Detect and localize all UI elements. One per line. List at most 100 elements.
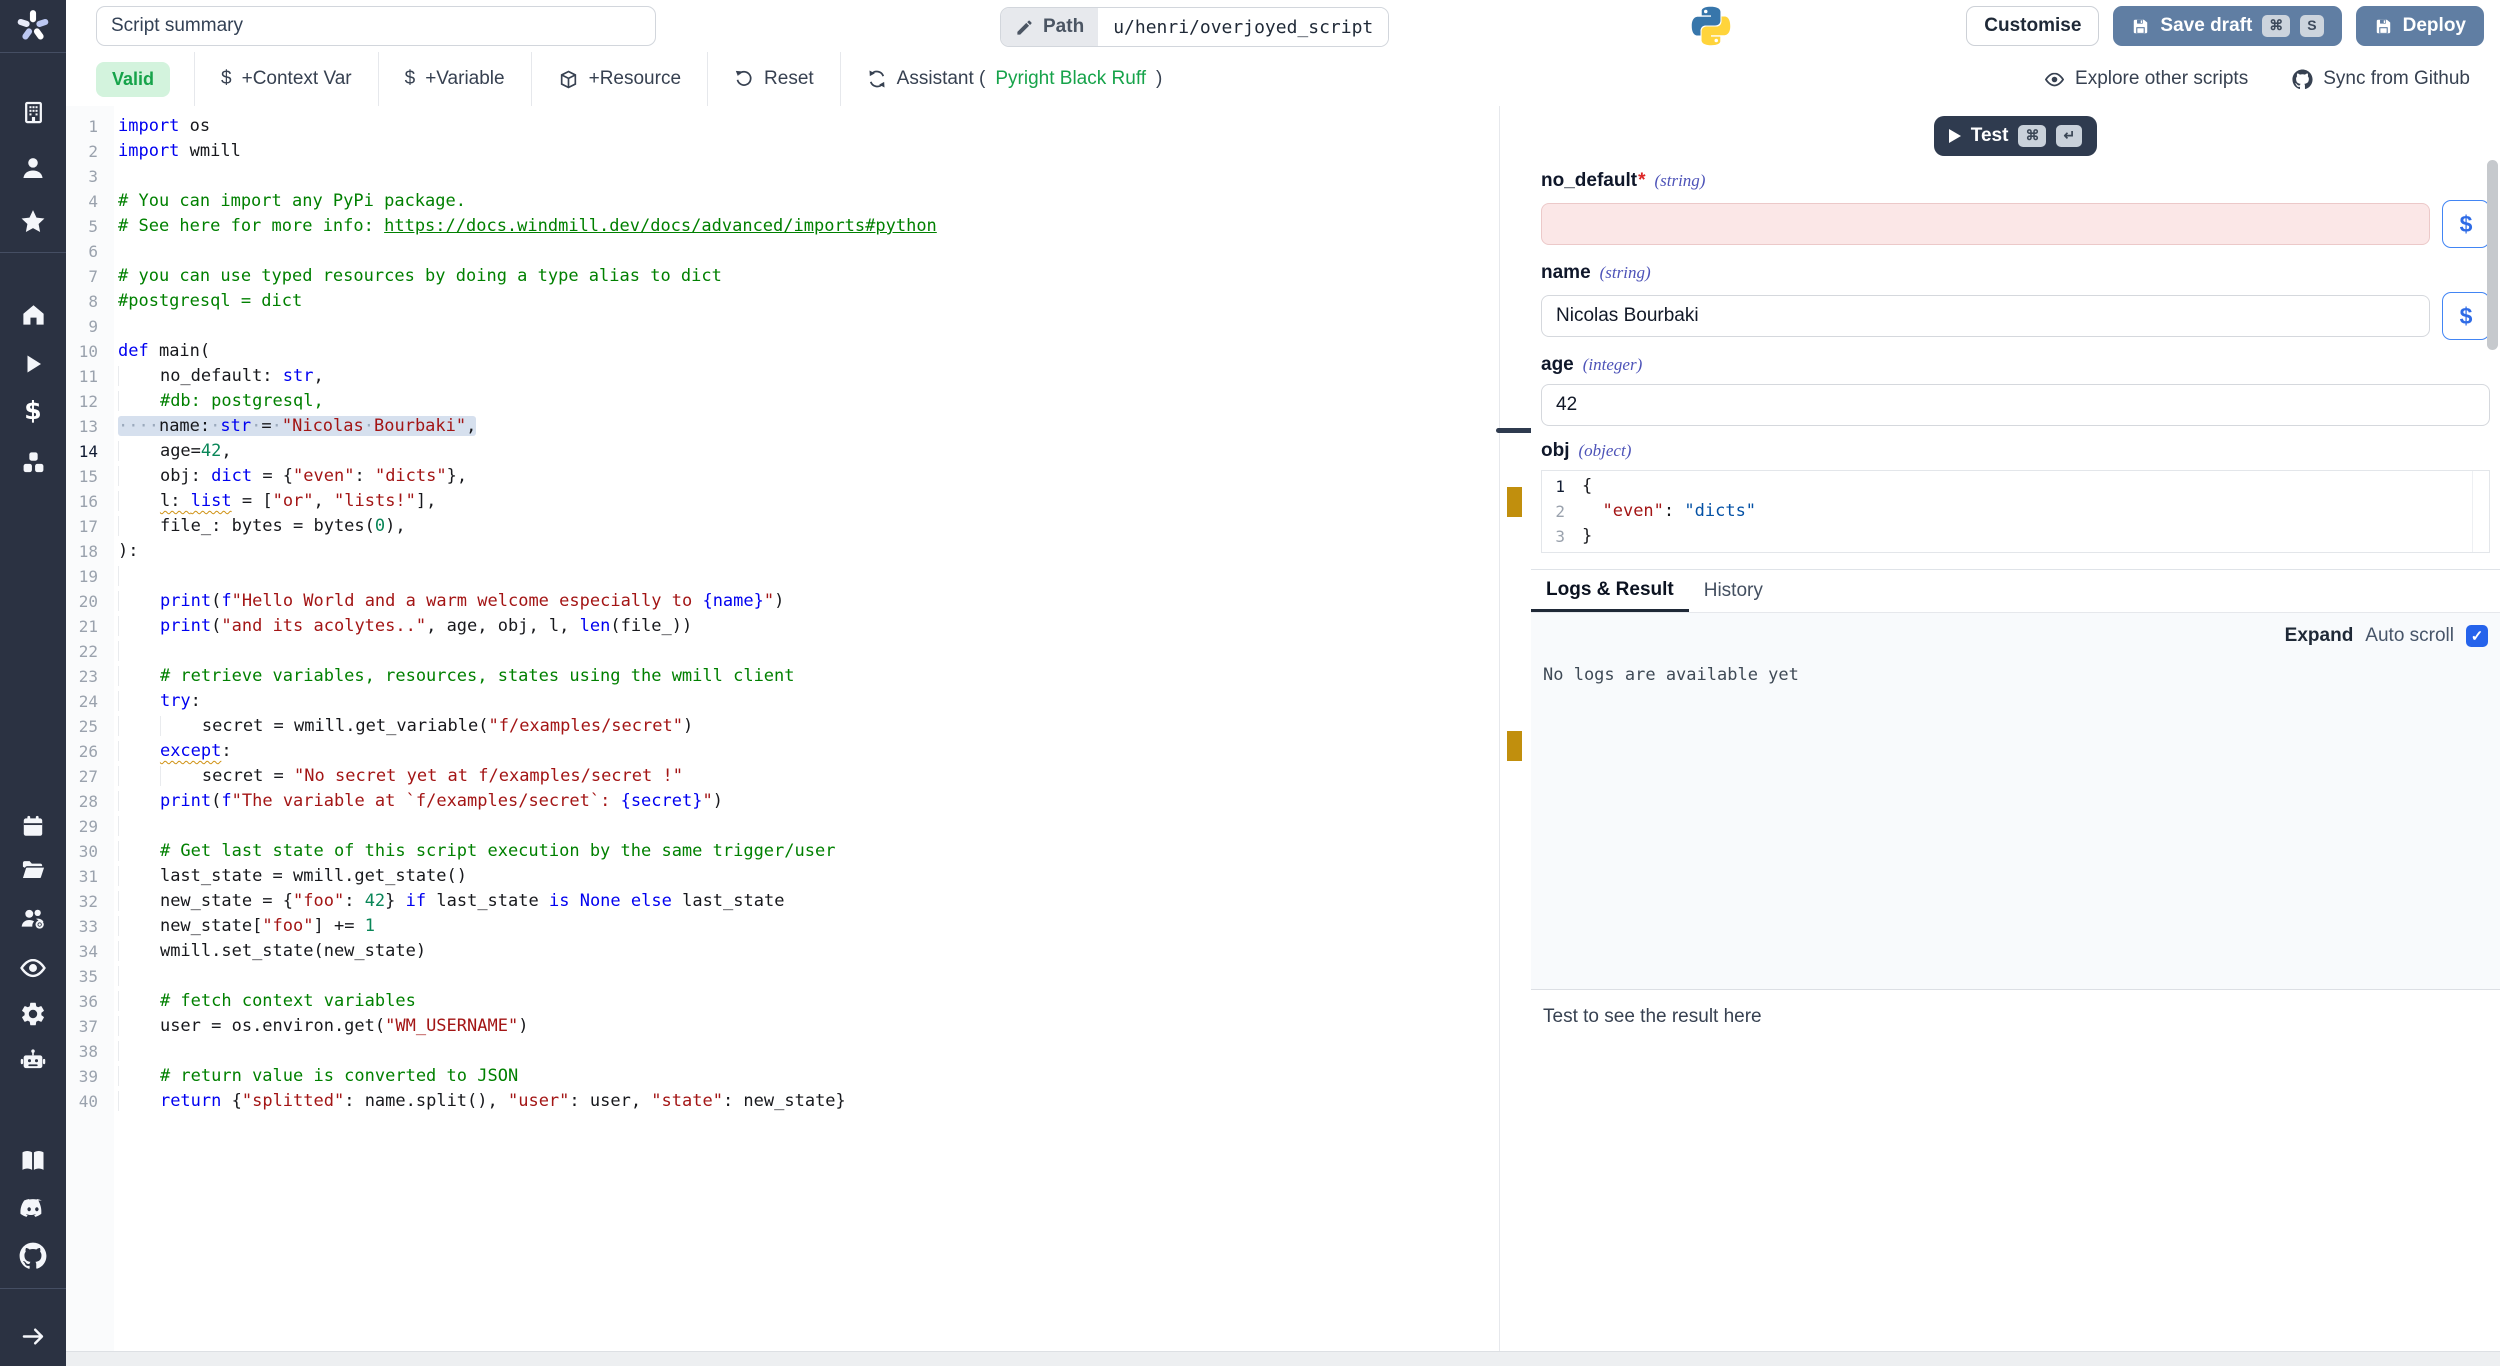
line-number: 23: [66, 664, 114, 689]
sidebar-item-groups-icon[interactable]: [0, 898, 66, 938]
add-context-var-button[interactable]: $ +Context Var: [195, 68, 378, 90]
code-line: 30 # Get last state of this script execu…: [66, 839, 1499, 864]
sidebar-item-audit-logs-icon[interactable]: [0, 948, 66, 988]
code-line-content[interactable]: [118, 639, 160, 664]
code-line: 3}: [1542, 524, 2489, 549]
code-line-content[interactable]: ····name:·str·=·"Nicolas·Bourbaki",: [118, 414, 476, 439]
code-line-content[interactable]: #postgresql = dict: [118, 289, 302, 314]
code-line-content[interactable]: import wmill: [118, 139, 241, 164]
auto-scroll-checkbox[interactable]: ✓: [2466, 625, 2488, 647]
no_default-variable-picker-button[interactable]: $: [2442, 200, 2490, 248]
code-line-content[interactable]: last_state = wmill.get_state(): [118, 864, 467, 889]
panel-scrollbar[interactable]: [2487, 160, 2498, 350]
tab-history[interactable]: History: [1689, 570, 1778, 612]
add-variable-button-label: +Variable: [425, 68, 504, 90]
code-line-content[interactable]: # Get last state of this script executio…: [118, 839, 835, 864]
add-resource-button[interactable]: +Resource: [532, 68, 707, 90]
sidebar-item-schedules-icon[interactable]: [0, 806, 66, 846]
code-line-content[interactable]: print(f"Hello World and a warm welcome e…: [118, 589, 784, 614]
dollar-icon: $: [221, 68, 232, 90]
code-line-content[interactable]: print(f"The variable at `f/examples/secr…: [118, 789, 723, 814]
explore-other-scripts-button[interactable]: Explore other scripts: [2044, 68, 2248, 90]
code-line-content[interactable]: try:: [118, 689, 201, 714]
sidebar-item-variables[interactable]: $: [0, 390, 66, 430]
sidebar-item-workspace-icon[interactable]: [0, 92, 66, 132]
code-line-content[interactable]: print("and its acolytes..", age, obj, l,…: [118, 614, 692, 639]
reset-icon: [734, 69, 754, 89]
code-editor[interactable]: 1import os2import wmill34# You can impor…: [66, 106, 1499, 1352]
sidebar-item-discord-icon[interactable]: [0, 1188, 66, 1228]
sidebar-item-favorites-icon[interactable]: [0, 202, 66, 242]
code-line: 20 print(f"Hello World and a warm welcom…: [66, 589, 1499, 614]
age-input[interactable]: [1541, 384, 2490, 426]
sidebar-item-resources-icon[interactable]: [0, 442, 66, 482]
code-line-content[interactable]: [118, 814, 160, 839]
sidebar-item-home-icon[interactable]: [0, 294, 66, 334]
path-edit-button[interactable]: Path: [1001, 8, 1098, 46]
code-line-content[interactable]: l: list = ["or", "lists!"],: [118, 489, 436, 514]
code-line-content[interactable]: no_default: str,: [118, 364, 324, 389]
sidebar-item-folders-icon[interactable]: [0, 849, 66, 889]
tab-logs-result[interactable]: Logs & Result: [1531, 570, 1689, 612]
code-line-content[interactable]: user = os.environ.get("WM_USERNAME"): [118, 1014, 528, 1039]
line-number: 3: [66, 164, 114, 189]
code-line-content[interactable]: # return value is converted to JSON: [118, 1064, 518, 1089]
code-line-content[interactable]: # fetch context variables: [118, 989, 416, 1014]
code-line-content[interactable]: # retrieve variables, resources, states …: [118, 664, 795, 689]
name-input[interactable]: [1541, 295, 2430, 337]
code-line: 32 new_state = {"foo": 42} if last_state…: [66, 889, 1499, 914]
sidebar-item-workers-icon[interactable]: [0, 1040, 66, 1080]
code-line-content[interactable]: # You can import any PyPi package.: [118, 189, 466, 214]
expand-button[interactable]: Expand: [2285, 625, 2354, 647]
code-line-content[interactable]: #db: postgresql,: [118, 389, 324, 414]
sidebar-item-github-icon[interactable]: [0, 1236, 66, 1276]
code-line-content[interactable]: new_state["foo"] += 1: [118, 914, 375, 939]
code-line: 13····name:·str·=·"Nicolas·Bourbaki",: [66, 414, 1499, 439]
obj-json-editor[interactable]: 1{2 "even": "dicts"3}: [1541, 470, 2490, 553]
code-line-content[interactable]: secret = "No secret yet at f/examples/se…: [118, 764, 683, 789]
add-variable-button[interactable]: $+Variable: [379, 68, 531, 90]
code-line: 25 secret = wmill.get_variable("f/exampl…: [66, 714, 1499, 739]
sidebar-item-runs-icon[interactable]: [0, 344, 66, 384]
code-line-content[interactable]: new_state = {"foo": 42} if last_state is…: [118, 889, 784, 914]
code-line-content[interactable]: "even": "dicts": [1582, 499, 1756, 524]
code-line-content[interactable]: {: [1582, 474, 1592, 499]
code-line-content[interactable]: # See here for more info: https://docs.w…: [118, 214, 937, 239]
deploy-button[interactable]: Deploy: [2356, 6, 2484, 46]
customise-button[interactable]: Customise: [1966, 6, 2099, 46]
path-widget[interactable]: Path u/henri/overjoyed_script: [1000, 7, 1389, 47]
save-draft-button[interactable]: Save draft ⌘ S: [2113, 6, 2341, 46]
code-line-content[interactable]: wmill.set_state(new_state): [118, 939, 426, 964]
code-line-content[interactable]: # you can use typed resources by doing a…: [118, 264, 722, 289]
code-line-content[interactable]: file_: bytes = bytes(0),: [118, 514, 406, 539]
code-line-content[interactable]: def main(: [118, 339, 210, 364]
code-line-content[interactable]: obj: dict = {"even": "dicts"},: [118, 464, 467, 489]
code-line-content[interactable]: age=42,: [118, 439, 232, 464]
test-button[interactable]: Test ⌘ ↵: [1934, 116, 2097, 156]
code-line-content[interactable]: except:: [118, 739, 232, 764]
sidebar-item-settings-icon[interactable]: [0, 994, 66, 1034]
code-line-content[interactable]: [118, 1039, 160, 1064]
name-variable-picker-button[interactable]: $: [2442, 292, 2490, 340]
cube-icon: [558, 69, 579, 90]
code-line-content[interactable]: return {"splitted": name.split(), "user"…: [118, 1089, 846, 1114]
code-line: 8#postgresql = dict: [66, 289, 1499, 314]
sidebar-item-docs-icon[interactable]: [0, 1141, 66, 1181]
code-line-content[interactable]: ):: [118, 539, 138, 564]
script-summary-input[interactable]: [96, 6, 656, 46]
code-line-content[interactable]: secret = wmill.get_variable("f/examples/…: [118, 714, 693, 739]
code-line-content[interactable]: import os: [118, 114, 210, 139]
code-line-content[interactable]: }: [1582, 524, 1592, 549]
add-context-var-button-label: +Context Var: [242, 68, 352, 90]
line-number: 34: [66, 939, 114, 964]
reset-button[interactable]: Reset: [708, 68, 840, 90]
sidebar-expand-button-icon[interactable]: [0, 1316, 66, 1356]
code-line: 36 # fetch context variables: [66, 989, 1499, 1014]
sync-from-github-button[interactable]: Sync from Github: [2292, 68, 2470, 90]
pane-resize-handle[interactable]: [1496, 428, 1536, 433]
assistant-button[interactable]: Assistant (Pyright Black Ruff): [841, 68, 1189, 90]
code-line-content[interactable]: [118, 564, 160, 589]
no_default-input[interactable]: [1541, 203, 2430, 245]
code-line-content[interactable]: [118, 964, 160, 989]
sidebar-item-user-icon[interactable]: [0, 148, 66, 188]
